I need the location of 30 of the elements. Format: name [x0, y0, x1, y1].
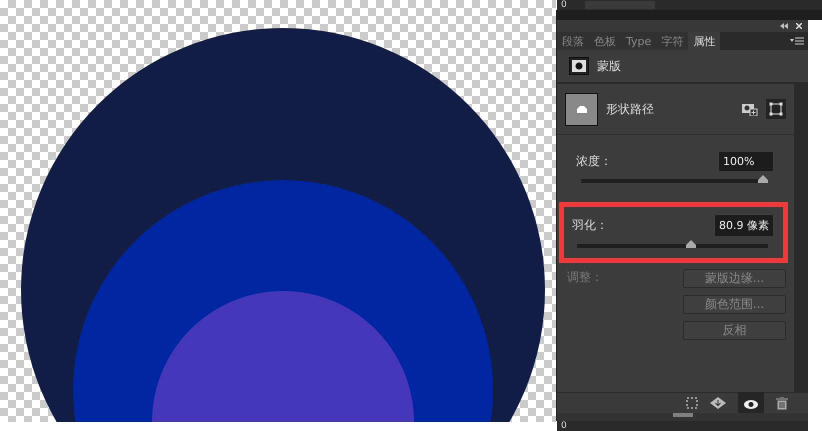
panel-tab[interactable]: 段落 [557, 32, 589, 50]
scrollbar[interactable] [794, 84, 808, 392]
ruler-field [584, 1, 655, 9]
vector-mask-icon[interactable] [766, 99, 786, 119]
slider-handle[interactable] [686, 240, 696, 248]
trash-icon[interactable] [776, 396, 788, 410]
mask-label: 蒙版 [597, 58, 621, 74]
add-mask-icon[interactable] [742, 102, 758, 116]
slider-label: 羽化： [572, 217, 608, 234]
grip-icon[interactable] [672, 413, 692, 417]
selection-icon[interactable] [686, 397, 698, 409]
panel-tab[interactable]: 色板 [589, 32, 621, 50]
slider-handle[interactable] [758, 175, 768, 183]
ruler-number: 0 [561, 0, 567, 10]
mask-icon [569, 57, 589, 75]
collapse-icon[interactable] [780, 23, 788, 29]
value-field[interactable]: 80.9 像素 [715, 215, 773, 236]
adjust-label: 调整： [567, 269, 603, 286]
shape-thumbnail [565, 92, 598, 126]
panel-tab[interactable]: 字符 [656, 32, 688, 50]
slider-label: 浓度： [576, 153, 612, 170]
close-icon[interactable] [796, 23, 802, 29]
panel-tab[interactable]: Type [621, 32, 656, 50]
value-field[interactable]: 100% [719, 152, 773, 171]
apply-mask-icon[interactable] [710, 397, 726, 409]
ruler-number: 0 [561, 421, 567, 431]
shape-path-label: 形状路径 [606, 100, 654, 118]
menu-icon[interactable] [790, 37, 804, 45]
panel-tab[interactable]: 属性 [688, 32, 720, 50]
eye-icon[interactable] [744, 400, 758, 408]
